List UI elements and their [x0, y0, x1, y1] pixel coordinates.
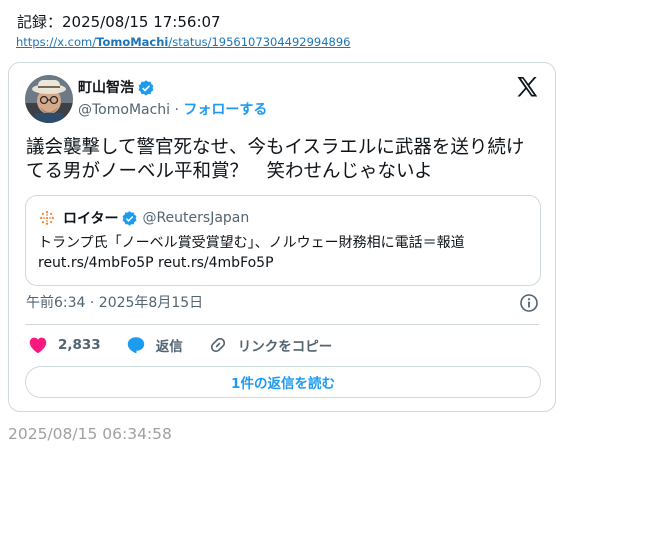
- quoted-tweet-text: トランプ氏「ノーベル賞受賞望む」、ノルウェー財務相に電話＝報道 reut.rs/…: [38, 233, 528, 273]
- tweet-embed-card[interactable]: 町山智浩 @TomoMachi · フォローする 議会襲撃して警官死なせ、今もイ…: [8, 62, 556, 412]
- quoted-verified-badge-icon: [121, 210, 138, 227]
- author-handle[interactable]: @TomoMachi: [78, 102, 170, 118]
- reply-bubble-icon: [127, 337, 144, 354]
- quoted-tweet-header: ロイター @ReutersJapan: [39, 208, 249, 228]
- author-name-row[interactable]: 町山智浩: [78, 79, 155, 97]
- divider: [25, 324, 539, 325]
- quoted-text-line-2: reut.rs/4mbFo5P reut.rs/4mbFo5P: [38, 255, 274, 271]
- copy-link-button[interactable]: リンクをコピー: [207, 334, 333, 356]
- handle-separator: ·: [174, 102, 179, 118]
- verified-badge-icon: [137, 79, 155, 97]
- reply-button[interactable]: 返信: [125, 334, 183, 356]
- source-link-suffix: /status/1956107304492994896: [168, 35, 351, 49]
- like-count: 2,833: [58, 337, 101, 353]
- quoted-text-line-1: トランプ氏「ノーベル賞受賞望む」、ノルウェー財務相に電話＝報道: [38, 235, 465, 251]
- like-button[interactable]: 2,833: [27, 334, 101, 356]
- action-bar: 2,833 返信 リンクをコピー: [27, 333, 356, 357]
- author-display-name[interactable]: 町山智浩: [78, 79, 134, 97]
- heart-icon: [29, 337, 47, 354]
- reply-label: 返信: [155, 339, 183, 355]
- link-icon: [210, 337, 225, 353]
- quoted-author-name: ロイター: [63, 211, 119, 227]
- avatar[interactable]: [25, 75, 73, 123]
- quoted-author-handle: @ReutersJapan: [142, 210, 250, 226]
- record-timestamp: 記録：2025/08/15 17:56:07: [17, 13, 221, 31]
- tweet-text: 議会襲撃して警官死なせ、今もイスラエルに武器を送り続けてる男がノーベル平和賞？ …: [26, 137, 525, 182]
- info-icon[interactable]: [519, 293, 539, 313]
- source-link-user: TomoMachi: [96, 35, 169, 49]
- read-replies-button[interactable]: 1件の返信を読む: [25, 366, 541, 398]
- tweet-timestamp[interactable]: 午前6:34 · 2025年8月15日: [26, 294, 203, 312]
- reuters-logo-icon: [39, 210, 55, 226]
- x-logo-icon[interactable]: [515, 75, 539, 99]
- source-link-prefix: https://x.com/: [16, 35, 97, 49]
- source-link[interactable]: https://x.com/TomoMachi/status/195610730…: [16, 35, 351, 49]
- copy-link-label: リンクをコピー: [237, 339, 333, 355]
- follow-button[interactable]: フォローする: [183, 102, 267, 118]
- quoted-tweet[interactable]: ロイター @ReutersJapan トランプ氏「ノーベル賞受賞望む」、ノルウェ…: [25, 195, 541, 286]
- footer-timestamp: 2025/08/15 06:34:58: [8, 425, 172, 443]
- author-handle-row: @TomoMachi · フォローする: [78, 101, 267, 119]
